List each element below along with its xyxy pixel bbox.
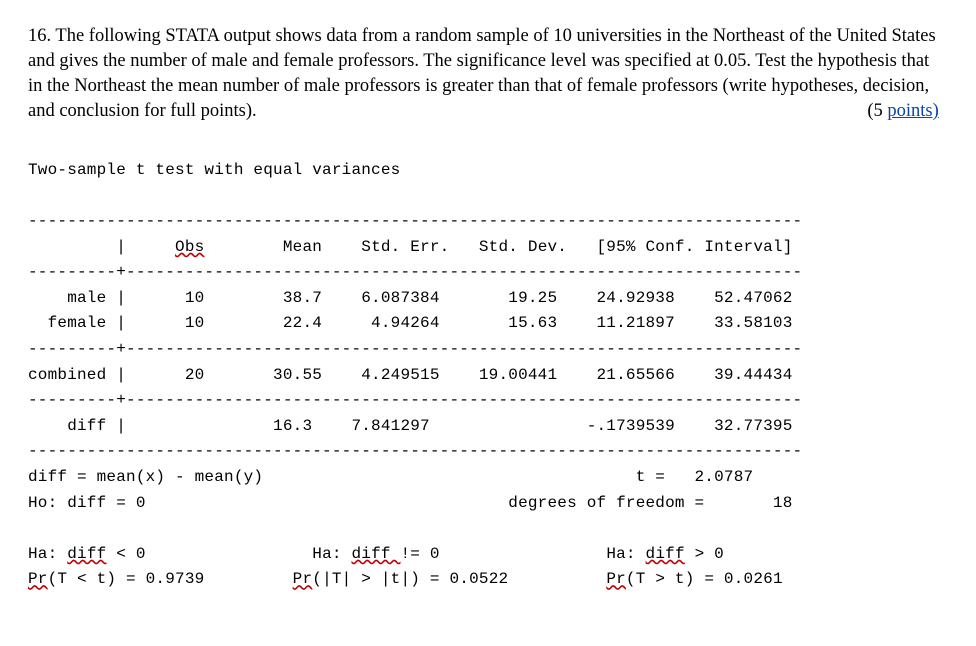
ho-line: Ho: diff = 0 degrees of freedom = 18	[28, 494, 793, 512]
header-rest: Mean Std. Err. Std. Dev. [95% Conf. Inte…	[204, 238, 792, 256]
hr: ----------------------------------------…	[28, 442, 802, 460]
row-diff: diff | 16.3 7.841297 -.1739539 32.77395	[28, 417, 793, 435]
hr: ---------+------------------------------…	[28, 340, 802, 358]
points-prefix: (5	[867, 101, 887, 121]
pr-mid1: (T < t) = 0.9739	[48, 570, 293, 588]
pr1: Pr	[28, 570, 48, 588]
ha-end: > 0	[685, 545, 724, 563]
question-number: 16.	[28, 26, 51, 46]
ha-diff2: diff	[351, 545, 400, 563]
ha-diff1: diff	[67, 545, 106, 563]
ha-mid1: < 0 Ha:	[106, 545, 351, 563]
hr: ---------+------------------------------…	[28, 263, 802, 281]
question-body: The following STATA output shows data fr…	[28, 26, 936, 121]
title: Two-sample t test with equal variances	[28, 161, 400, 179]
ha-mid2: != 0 Ha:	[401, 545, 646, 563]
header-pre: |	[28, 238, 175, 256]
pr3: Pr	[606, 570, 626, 588]
header-obs: Obs	[175, 238, 204, 256]
pr-mid2: (|T| > |t|) = 0.0522	[312, 570, 606, 588]
row-combined: combined | 20 30.55 4.249515 19.00441 21…	[28, 366, 793, 384]
ha-pre1: Ha:	[28, 545, 67, 563]
points-wrap: (5 points)	[867, 99, 948, 124]
hr: ---------+------------------------------…	[28, 391, 802, 409]
pr2: Pr	[293, 570, 313, 588]
points-link[interactable]: points)	[887, 101, 938, 121]
diff-expr: diff = mean(x) - mean(y) t = 2.0787	[28, 468, 753, 486]
ha-diff3: diff	[646, 545, 685, 563]
row-female: female | 10 22.4 4.94264 15.63 11.21897 …	[28, 314, 793, 332]
hr: ----------------------------------------…	[28, 212, 802, 230]
row-male: male | 10 38.7 6.087384 19.25 24.92938 5…	[28, 289, 793, 307]
stata-output: Two-sample t test with equal variances -…	[28, 158, 948, 593]
pr-end: (T > t) = 0.0261	[626, 570, 783, 588]
question-text: 16. The following STATA output shows dat…	[28, 24, 948, 124]
